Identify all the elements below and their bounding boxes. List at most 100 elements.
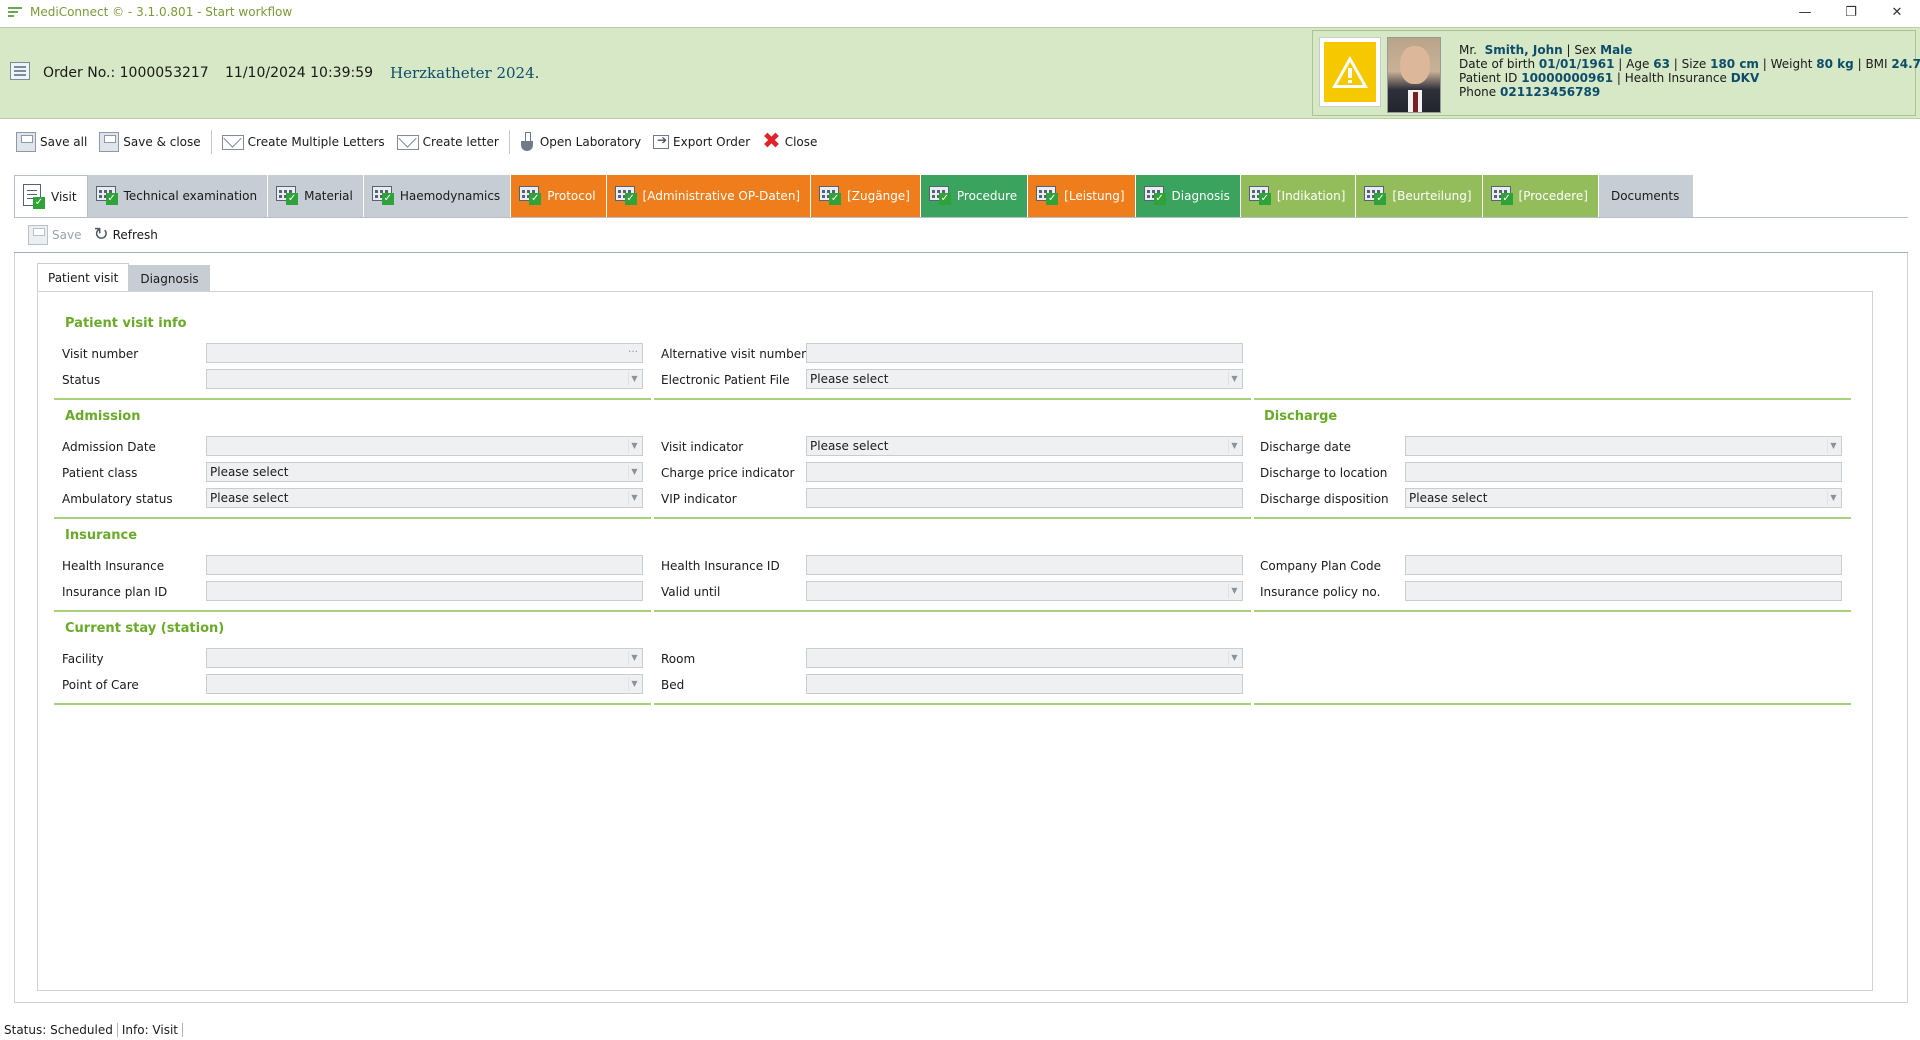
restore-button[interactable]: ❐ <box>1828 0 1874 24</box>
chevron-down-icon: ▼ <box>628 677 640 691</box>
export-order-button[interactable]: Export Order <box>647 128 756 156</box>
patient-id: 10000000961 <box>1521 71 1614 85</box>
chevron-down-icon: ▼ <box>628 372 640 386</box>
panel-tabs: Patient visit Diagnosis <box>37 263 210 291</box>
valid-until-picker[interactable]: ▼ <box>806 581 1243 601</box>
export-icon <box>653 133 670 149</box>
admission-date-label: Admission Date <box>62 440 156 454</box>
create-letter-button[interactable]: Create letter <box>391 128 505 156</box>
tab-beurteilung[interactable]: ✓ [Beurteilung] <box>1356 175 1483 217</box>
ambulatory-status-select[interactable]: Please select ▼ <box>206 488 643 508</box>
discharge-to-location-field[interactable] <box>1405 462 1842 482</box>
valid-until-label: Valid until <box>661 585 721 599</box>
chevron-down-icon: ▼ <box>1827 491 1839 505</box>
chevron-down-icon: ▼ <box>1228 439 1240 453</box>
section-divider <box>654 703 1251 705</box>
toolbar-separator <box>210 130 212 154</box>
visit-indicator-select[interactable]: Please select ▼ <box>806 436 1243 456</box>
discharge-disposition-label: Discharge disposition <box>1260 492 1389 506</box>
health-insurance-label: Health Insurance <box>62 559 165 573</box>
status-label: Status <box>62 373 101 387</box>
tab-patient-visit[interactable]: Patient visit <box>37 263 130 291</box>
insurance-plan-id-field[interactable] <box>206 581 643 601</box>
tab-technical-examination[interactable]: ✓ Technical examination <box>87 175 269 217</box>
close-window-button[interactable]: ✕ <box>1874 0 1920 24</box>
tab-protocol[interactable]: ✓ Protocol <box>511 175 607 217</box>
calendar-check-icon: ✓ <box>928 186 951 206</box>
tab-procedure[interactable]: ✓ Procedure <box>920 175 1029 217</box>
tab-leistung[interactable]: ✓ [Leistung] <box>1028 175 1136 217</box>
tab-haemodynamics[interactable]: ✓ Haemodynamics <box>363 175 512 217</box>
chevron-down-icon: ▼ <box>1827 439 1839 453</box>
admission-date-picker[interactable]: ▼ <box>206 436 643 456</box>
refresh-icon: ↻ <box>93 224 109 245</box>
tab-diagnosis-panel[interactable]: Diagnosis <box>129 265 210 291</box>
bed-field[interactable] <box>806 674 1243 694</box>
facility-select[interactable]: ▼ <box>206 648 643 668</box>
section-divider <box>1254 610 1851 612</box>
patient-sex: Male <box>1600 43 1633 57</box>
visit-number-field[interactable]: … <box>206 343 643 363</box>
main-toolbar: Save all Save & close Create Multiple Le… <box>0 126 1920 158</box>
discharge-disposition-select[interactable]: Please select ▼ <box>1405 488 1842 508</box>
status-separator <box>182 1023 183 1037</box>
refresh-button[interactable]: ↻ Refresh <box>87 221 163 249</box>
company-plan-code-field[interactable] <box>1405 555 1842 575</box>
tab-zugaenge[interactable]: ✓ [Zugänge] <box>811 175 921 217</box>
point-of-care-select[interactable]: ▼ <box>206 674 643 694</box>
alternative-visit-number-field[interactable] <box>806 343 1243 363</box>
patient-banner[interactable]: Mr. Smith, John | Sex Male Date of birth… <box>1312 30 1920 116</box>
floppy-disk-icon <box>16 132 36 152</box>
vip-indicator-label: VIP indicator <box>661 492 737 506</box>
save-close-button[interactable]: Save & close <box>93 128 206 156</box>
tab-indikation[interactable]: ✓ [Indikation] <box>1240 175 1357 217</box>
red-x-icon: ✖ <box>762 129 781 154</box>
room-select[interactable]: ▼ <box>806 648 1243 668</box>
open-laboratory-button[interactable]: Open Laboratory <box>514 128 647 156</box>
minimize-button[interactable]: — <box>1782 0 1828 24</box>
electronic-patient-file-select[interactable]: Please select ▼ <box>806 369 1243 389</box>
tab-procedere[interactable]: ✓ [Procedere] <box>1482 175 1599 217</box>
save-all-button[interactable]: Save all <box>10 128 93 156</box>
tab-material[interactable]: ✓ Material <box>268 175 364 217</box>
section-divider <box>654 517 1251 519</box>
create-multiple-letters-button[interactable]: Create Multiple Letters <box>216 128 391 156</box>
chevron-down-icon: ▼ <box>628 491 640 505</box>
charge-price-indicator-field[interactable] <box>806 462 1243 482</box>
tab-diagnosis[interactable]: ✓ Diagnosis <box>1135 175 1241 217</box>
patient-name-line: Mr. Smith, John | Sex Male <box>1459 43 1633 57</box>
save-button[interactable]: Save <box>22 221 87 249</box>
patient-weight: 80 kg <box>1816 57 1854 71</box>
chevron-down-icon: ▼ <box>1228 651 1240 665</box>
chevron-down-icon: ▼ <box>628 439 640 453</box>
patient-class-select[interactable]: Please select ▼ <box>206 462 643 482</box>
discharge-date-label: Discharge date <box>1260 440 1351 454</box>
discharge-date-picker[interactable]: ▼ <box>1405 436 1842 456</box>
tab-administrative-op-daten[interactable]: ✓ [Administrative OP-Daten] <box>606 175 812 217</box>
ellipsis-icon: … <box>628 344 638 355</box>
vip-indicator-field[interactable] <box>806 488 1243 508</box>
visit-number-label: Visit number <box>62 347 139 361</box>
window-controls: — ❐ ✕ <box>1782 0 1920 24</box>
status-select[interactable]: ▼ <box>206 369 643 389</box>
section-divider <box>54 610 651 612</box>
close-button[interactable]: ✖ Close <box>756 128 823 156</box>
ambulatory-status-label: Ambulatory status <box>62 492 173 506</box>
section-divider <box>54 398 651 400</box>
calendar-check-icon: ✓ <box>371 186 394 206</box>
insurance-policy-no-field[interactable] <box>1405 581 1842 601</box>
patient-phone-line: Phone 021123456789 <box>1459 85 1601 99</box>
tab-documents[interactable]: Documents <box>1598 175 1695 217</box>
calendar-check-icon: ✓ <box>1364 186 1387 206</box>
window-title: MediConnect © - 3.1.0.801 - Start workfl… <box>30 5 293 19</box>
warning-button[interactable] <box>1319 37 1381 107</box>
tab-visit[interactable]: ✓ Visit <box>14 175 88 218</box>
envelope-icon <box>221 134 244 150</box>
info-text: Info: Visit <box>121 1023 178 1037</box>
health-insurance-id-label: Health Insurance ID <box>661 559 780 573</box>
health-insurance-field[interactable] <box>206 555 643 575</box>
calendar-check-icon: ✓ <box>519 186 542 206</box>
section-insurance: Insurance <box>65 528 138 543</box>
title-bar: MediConnect © - 3.1.0.801 - Start workfl… <box>0 0 1920 24</box>
health-insurance-id-field[interactable] <box>806 555 1243 575</box>
